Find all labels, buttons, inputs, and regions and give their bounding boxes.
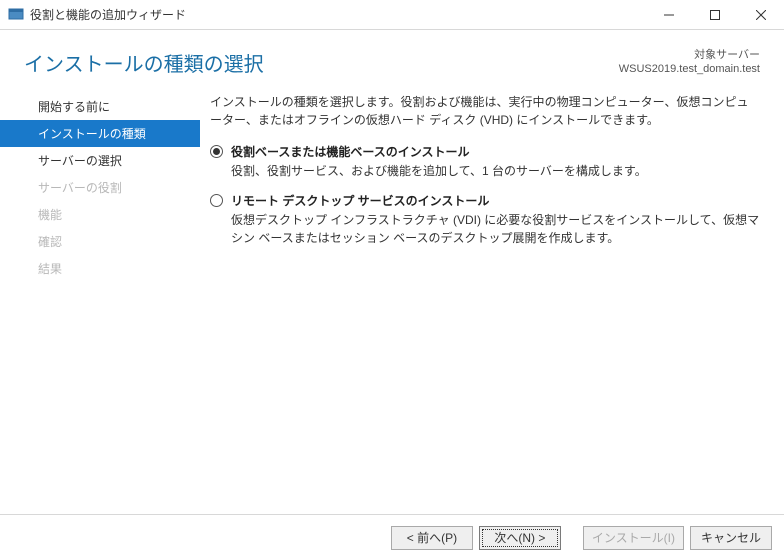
window-controls	[646, 0, 784, 29]
titlebar: 役割と機能の追加ウィザード	[0, 0, 784, 30]
target-server-name: WSUS2019.test_domain.test	[619, 62, 760, 76]
sidebar: 開始する前に インストールの種類 サーバーの選択 サーバーの役割 機能 確認 結…	[0, 93, 200, 514]
radio-label: リモート デスクトップ サービスのインストール	[231, 192, 760, 209]
prev-button[interactable]: < 前へ(P)	[391, 526, 473, 550]
radio-label: 役割ベースまたは機能ベースのインストール	[231, 143, 647, 160]
footer: < 前へ(P) 次へ(N) > インストール(I) キャンセル	[0, 514, 784, 560]
minimize-button[interactable]	[646, 0, 692, 29]
intro-text: インストールの種類を選択します。役割および機能は、実行中の物理コンピューター、仮…	[210, 93, 760, 129]
radio-icon	[210, 194, 223, 207]
sidebar-item-results: 結果	[0, 255, 200, 282]
next-button[interactable]: 次へ(N) >	[479, 526, 561, 550]
target-server-box: 対象サーバー WSUS2019.test_domain.test	[619, 48, 760, 77]
radio-icon	[210, 145, 223, 158]
sidebar-item-confirmation: 確認	[0, 228, 200, 255]
app-icon	[8, 7, 24, 23]
sidebar-item-features: 機能	[0, 201, 200, 228]
cancel-button[interactable]: キャンセル	[690, 526, 772, 550]
install-type-radio-group: 役割ベースまたは機能ベースのインストール 役割、役割サービス、および機能を追加し…	[210, 143, 760, 247]
radio-option-rds[interactable]: リモート デスクトップ サービスのインストール 仮想デスクトップ インフラストラ…	[210, 192, 760, 247]
sidebar-item-installation-type[interactable]: インストールの種類	[0, 120, 200, 147]
sidebar-item-server-selection[interactable]: サーバーの選択	[0, 147, 200, 174]
target-server-label: 対象サーバー	[619, 48, 760, 62]
page-title: インストールの種類の選択	[24, 48, 619, 77]
radio-description: 役割、役割サービス、および機能を追加して、1 台のサーバーを構成します。	[231, 162, 647, 180]
main-panel: インストールの種類を選択します。役割および機能は、実行中の物理コンピューター、仮…	[200, 93, 784, 514]
sidebar-item-before-you-begin[interactable]: 開始する前に	[0, 93, 200, 120]
install-button: インストール(I)	[583, 526, 684, 550]
close-button[interactable]	[738, 0, 784, 29]
radio-description: 仮想デスクトップ インフラストラクチャ (VDI) に必要な役割サービスをインス…	[231, 211, 760, 247]
radio-option-role-based[interactable]: 役割ベースまたは機能ベースのインストール 役割、役割サービス、および機能を追加し…	[210, 143, 760, 180]
maximize-button[interactable]	[692, 0, 738, 29]
window-title: 役割と機能の追加ウィザード	[30, 6, 646, 23]
sidebar-item-server-roles: サーバーの役割	[0, 174, 200, 201]
